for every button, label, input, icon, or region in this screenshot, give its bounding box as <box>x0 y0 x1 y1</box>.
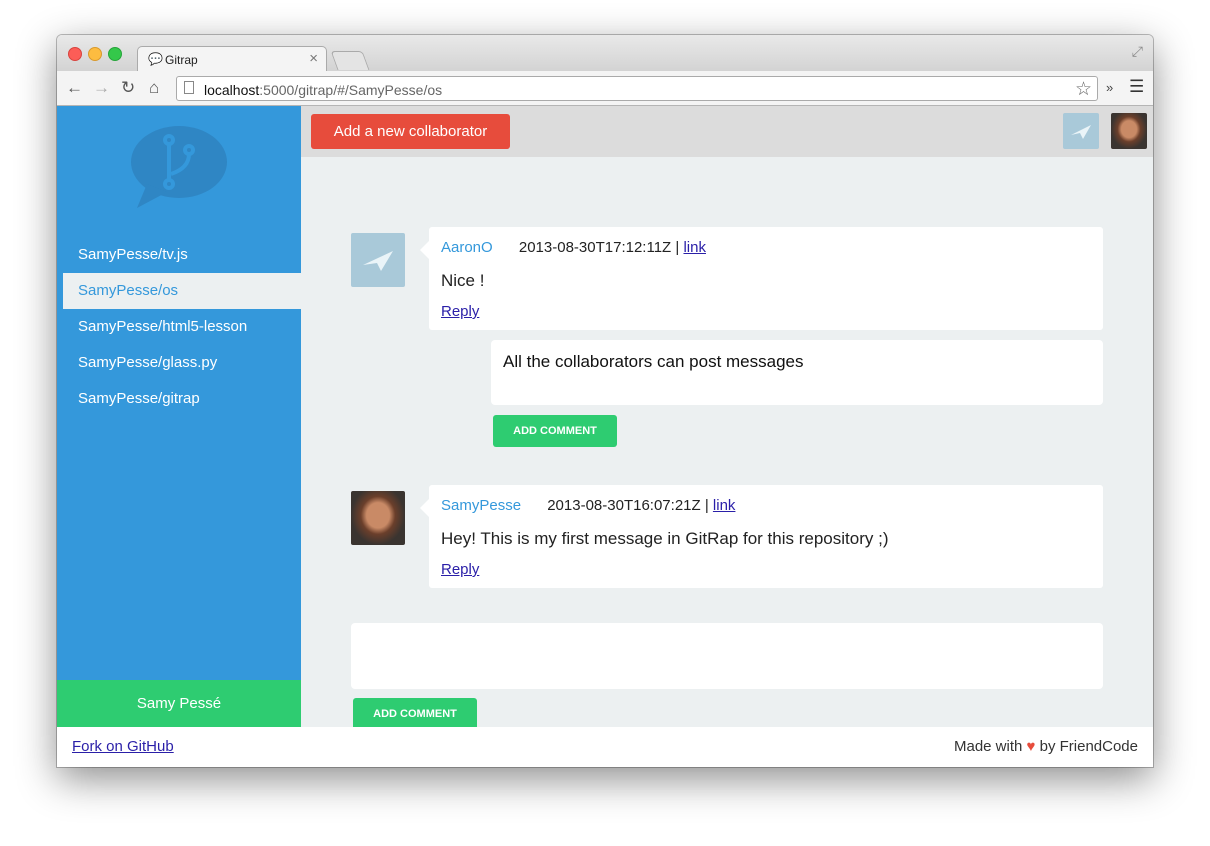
forward-arrow-icon[interactable]: → <box>93 79 110 97</box>
comment-body: Hey! This is my first message in GitRap … <box>441 529 889 548</box>
comment-author-avatar[interactable] <box>351 491 405 545</box>
git-branch-speech-bubble-logo <box>131 126 227 208</box>
top-bar: Add a new collaborator <box>301 106 1153 157</box>
reply-link[interactable]: Reply <box>441 561 479 578</box>
sidebar-item-repo-active[interactable]: SamyPesse/os <box>63 273 301 309</box>
comment-meta: SamyPesse 2013-08-30T16:07:21Z | link <box>441 497 1091 517</box>
menu-icon[interactable]: ☰ <box>1129 77 1144 97</box>
sidebar-item-repo[interactable]: SamyPesse/html5-lesson <box>57 309 301 345</box>
add-comment-button[interactable]: ADD COMMENT <box>353 698 477 730</box>
collaborator-avatar[interactable] <box>1063 113 1099 149</box>
reply-textarea[interactable]: All the collaborators can post messages <box>491 340 1103 405</box>
made-with-credit: Made with ♥ by FriendCode <box>953 738 1138 755</box>
fork-on-github-link[interactable]: Fork on GitHub <box>72 738 174 755</box>
title-bar: 💬 Gitrap × ⤢ <box>57 35 1153 71</box>
reply-link[interactable]: Reply <box>441 303 479 320</box>
add-collaborator-button[interactable]: Add a new collaborator <box>311 114 510 149</box>
sidebar-item-repo[interactable]: SamyPesse/gitrap <box>57 381 301 417</box>
meta-separator: | <box>704 497 709 514</box>
comment-meta: AaronO 2013-08-30T17:12:11Z | link <box>441 239 1091 259</box>
close-window-button[interactable] <box>68 47 82 61</box>
repo-list: SamyPesse/tv.js SamyPesse/os SamyPesse/h… <box>57 237 301 417</box>
comment-permalink[interactable]: link <box>713 497 736 514</box>
new-comment-textarea[interactable] <box>351 623 1103 689</box>
page-icon <box>184 81 194 94</box>
fullscreen-icon[interactable]: ⤢ <box>1132 43 1143 60</box>
collaborator-avatar[interactable] <box>1111 113 1147 149</box>
address-bar[interactable]: localhost:5000/gitrap/#/SamyPesse/os ☆ <box>176 76 1098 101</box>
tab-close-icon[interactable]: × <box>309 50 318 67</box>
sidebar: SamyPesse/tv.js SamyPesse/os SamyPesse/h… <box>57 106 301 727</box>
heart-icon: ♥ <box>1026 738 1036 755</box>
browser-toolbar: ← → ↻ ⌂ localhost:5000/gitrap/#/SamyPess… <box>57 71 1153 106</box>
speech-bubble-icon: 💬 <box>148 52 163 66</box>
comment-timestamp: 2013-08-30T17:12:11Z <box>518 239 672 256</box>
zoom-window-button[interactable] <box>108 47 122 61</box>
extensions-overflow-icon[interactable]: » <box>1106 80 1113 95</box>
sidebar-item-repo[interactable]: SamyPesse/tv.js <box>57 237 301 273</box>
current-user-button[interactable]: Samy Pessé <box>57 680 301 727</box>
comment-permalink[interactable]: link <box>683 239 706 256</box>
main-content: Add a new collaborator AaronO 2013-08-30… <box>301 106 1153 730</box>
url-text: localhost:5000/gitrap/#/SamyPesse/os <box>204 82 443 98</box>
minimize-window-button[interactable] <box>88 47 102 61</box>
footer: Fork on GitHub Made with ♥ by FriendCode <box>57 727 1153 767</box>
comment-author-avatar[interactable] <box>351 233 405 287</box>
home-icon[interactable]: ⌂ <box>149 79 159 97</box>
comment-author[interactable]: AaronO <box>441 239 493 256</box>
sidebar-item-repo[interactable]: SamyPesse/glass.py <box>57 345 301 381</box>
comment-bubble: SamyPesse 2013-08-30T16:07:21Z | link He… <box>420 485 1103 588</box>
meta-separator: | <box>675 239 680 256</box>
bookmark-star-icon[interactable]: ☆ <box>1075 78 1092 101</box>
comment-bubble: AaronO 2013-08-30T17:12:11Z | link Nice … <box>420 227 1103 330</box>
back-arrow-icon[interactable]: ← <box>66 79 83 97</box>
new-tab-button[interactable] <box>330 51 370 70</box>
browser-tab[interactable]: 💬 Gitrap × <box>137 46 327 71</box>
add-reply-comment-button[interactable]: ADD COMMENT <box>493 415 617 447</box>
comment-body: Nice ! <box>441 271 485 290</box>
browser-window: 💬 Gitrap × ⤢ ← → ↻ ⌂ localhost:5000/gitr… <box>57 35 1153 767</box>
comment-timestamp: 2013-08-30T16:07:21Z <box>547 497 701 514</box>
comment-author[interactable]: SamyPesse <box>441 497 521 514</box>
tab-title: Gitrap <box>165 53 198 67</box>
reload-icon[interactable]: ↻ <box>121 79 135 97</box>
